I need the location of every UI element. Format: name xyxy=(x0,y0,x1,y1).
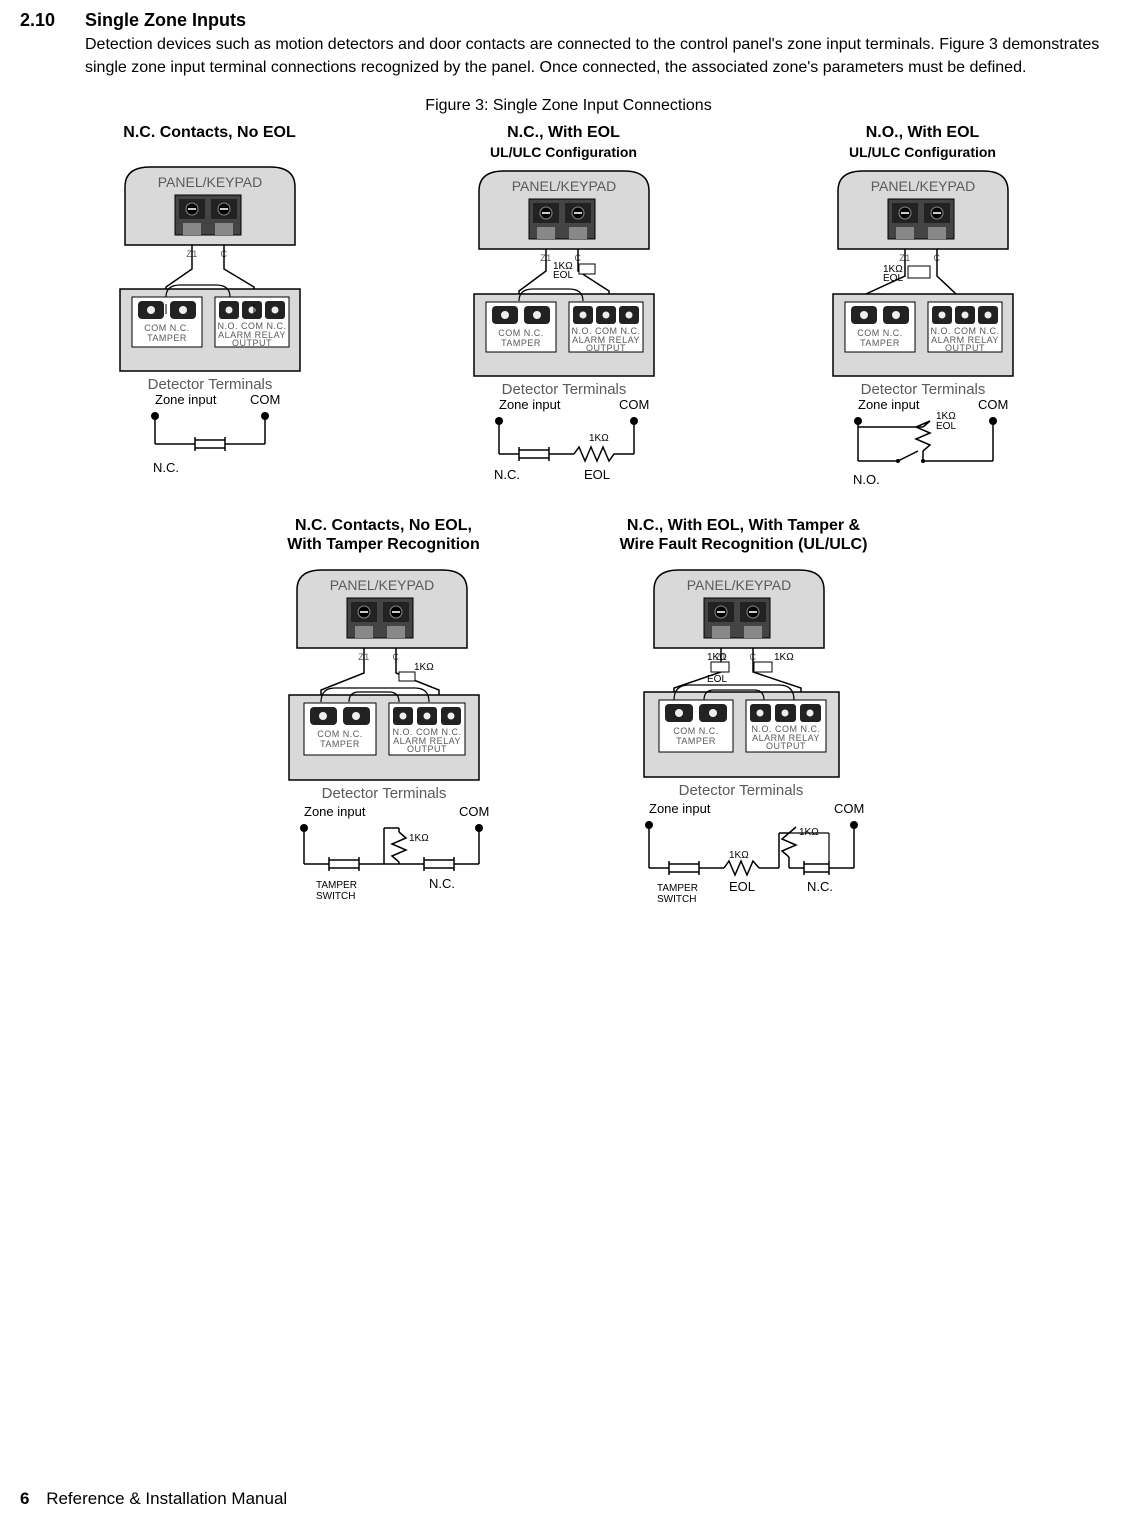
svg-text:COM: COM xyxy=(250,392,280,407)
svg-text:Zone input: Zone input xyxy=(858,397,920,412)
diagram-title: N.O., With EOL xyxy=(788,123,1058,142)
diagram-title-line1: N.C., With EOL, With Tamper & xyxy=(589,516,899,535)
diagram-row-1: N.C. Contacts, No EOL PANEL/KEYPAD xyxy=(0,123,1137,505)
svg-text:Detector Terminals: Detector Terminals xyxy=(147,376,272,393)
svg-text:SWITCH: SWITCH xyxy=(316,891,355,902)
svg-text:1KΩ: 1KΩ xyxy=(774,652,794,663)
svg-text:Detector Terminals: Detector Terminals xyxy=(501,381,626,398)
panel-label: PANEL/KEYPAD xyxy=(157,174,262,190)
svg-text:COM N.C.: COM N.C. xyxy=(144,323,190,333)
diagram-subtitle: UL/ULC Configuration xyxy=(788,144,1058,160)
svg-text:1KΩ: 1KΩ xyxy=(589,433,609,444)
svg-text:OUTPUT: OUTPUT xyxy=(407,744,447,754)
svg-text:N.C.: N.C. xyxy=(807,879,833,894)
diagram-title-line1: N.C. Contacts, No EOL, xyxy=(239,516,529,535)
page-footer: 6 Reference & Installation Manual xyxy=(20,1489,287,1509)
svg-text:COM N.C.: COM N.C. xyxy=(317,729,363,739)
svg-text:1KΩ: 1KΩ xyxy=(414,662,434,673)
svg-text:COM: COM xyxy=(834,801,864,816)
diagram-title: N.C., With EOL xyxy=(429,123,699,142)
svg-text:N.C.: N.C. xyxy=(494,467,520,482)
svg-text:EOL: EOL xyxy=(936,421,956,432)
svg-text:COM N.C.: COM N.C. xyxy=(673,726,719,736)
diagram-e-svg: PANEL/KEYPAD Z1 C 1KΩ 1 xyxy=(589,560,899,920)
section-body: Detection devices such as motion detecto… xyxy=(85,33,1127,79)
svg-text:TAMPER: TAMPER xyxy=(501,338,541,348)
figure-caption: Figure 3: Single Zone Input Connections xyxy=(0,97,1137,115)
diagram-title-line2: Wire Fault Recognition (UL/ULC) xyxy=(589,535,899,554)
svg-text:TAMPER: TAMPER xyxy=(316,880,357,891)
section-header: 2.10 Single Zone Inputs Detection device… xyxy=(0,10,1137,79)
diagram-nc-no-eol: N.C. Contacts, No EOL PANEL/KEYPAD xyxy=(80,123,340,505)
svg-text:PANEL/KEYPAD: PANEL/KEYPAD xyxy=(686,577,791,593)
diagram-nc-no-eol-tamper: N.C. Contacts, No EOL, With Tamper Recog… xyxy=(239,516,529,920)
svg-text:EOL: EOL xyxy=(729,879,755,894)
diagram-subtitle: UL/ULC Configuration xyxy=(429,144,699,160)
svg-text:COM: COM xyxy=(978,397,1008,412)
svg-text:OUTPUT: OUTPUT xyxy=(232,338,272,348)
svg-text:COM N.C.: COM N.C. xyxy=(498,328,544,338)
diagram-title-line2: With Tamper Recognition xyxy=(239,535,529,554)
svg-text:Zone input: Zone input xyxy=(155,392,217,407)
svg-text:COM: COM xyxy=(459,804,489,819)
diagram-d-svg: PANEL/KEYPAD Z1 C 1KΩ xyxy=(239,560,529,920)
svg-text:N.C.: N.C. xyxy=(429,876,455,891)
diagram-no-with-eol: N.O., With EOL UL/ULC Configuration PANE… xyxy=(788,123,1058,505)
diagram-title: N.C. Contacts, No EOL xyxy=(80,123,340,142)
svg-text:N.O.: N.O. xyxy=(853,472,880,487)
diagram-a-svg: PANEL/KEYPAD Z1 C xyxy=(80,149,340,489)
svg-text:TAMPER: TAMPER xyxy=(147,333,187,343)
diagram-b-svg: PANEL/KEYPAD Z1 C xyxy=(429,166,699,506)
diagram-row-2: N.C. Contacts, No EOL, With Tamper Recog… xyxy=(0,516,1137,920)
svg-text:N.C.: N.C. xyxy=(153,460,179,475)
svg-text:TAMPER: TAMPER xyxy=(676,736,716,746)
svg-text:TAMPER: TAMPER xyxy=(860,338,900,348)
svg-text:COM: COM xyxy=(619,397,649,412)
footer-text: Reference & Installation Manual xyxy=(46,1489,287,1508)
section-number: 2.10 xyxy=(20,10,85,31)
diagram-nc-eol-tamper-wirefault: N.C., With EOL, With Tamper & Wire Fault… xyxy=(589,516,899,920)
svg-text:Zone input: Zone input xyxy=(649,801,711,816)
svg-text:1KΩ: 1KΩ xyxy=(409,833,429,844)
svg-text:PANEL/KEYPAD: PANEL/KEYPAD xyxy=(511,178,616,194)
section-title: Single Zone Inputs xyxy=(85,10,1127,31)
svg-text:Detector Terminals: Detector Terminals xyxy=(321,785,446,802)
diagram-nc-with-eol: N.C., With EOL UL/ULC Configuration PANE… xyxy=(429,123,699,505)
svg-text:TAMPER: TAMPER xyxy=(320,739,360,749)
svg-text:OUTPUT: OUTPUT xyxy=(586,343,626,353)
svg-text:Detector Terminals: Detector Terminals xyxy=(678,782,803,799)
svg-text:OUTPUT: OUTPUT xyxy=(766,741,806,751)
svg-text:1KΩ: 1KΩ xyxy=(707,652,727,663)
svg-text:Zone input: Zone input xyxy=(499,397,561,412)
svg-text:1KΩ: 1KΩ xyxy=(729,850,749,861)
diagram-c-svg: PANEL/KEYPAD Z1 C 1KΩ EOL xyxy=(788,166,1058,506)
svg-text:EOL: EOL xyxy=(883,273,903,284)
svg-text:PANEL/KEYPAD: PANEL/KEYPAD xyxy=(870,178,975,194)
svg-text:EOL: EOL xyxy=(553,270,573,281)
svg-text:OUTPUT: OUTPUT xyxy=(945,343,985,353)
svg-text:PANEL/KEYPAD: PANEL/KEYPAD xyxy=(329,577,434,593)
svg-text:TAMPER: TAMPER xyxy=(657,883,698,894)
svg-text:COM N.C.: COM N.C. xyxy=(857,328,903,338)
svg-text:Detector Terminals: Detector Terminals xyxy=(860,381,985,398)
svg-text:SWITCH: SWITCH xyxy=(657,894,696,905)
svg-text:EOL: EOL xyxy=(707,674,727,685)
page-number: 6 xyxy=(20,1489,29,1508)
svg-text:Zone input: Zone input xyxy=(304,804,366,819)
svg-text:EOL: EOL xyxy=(584,467,610,482)
